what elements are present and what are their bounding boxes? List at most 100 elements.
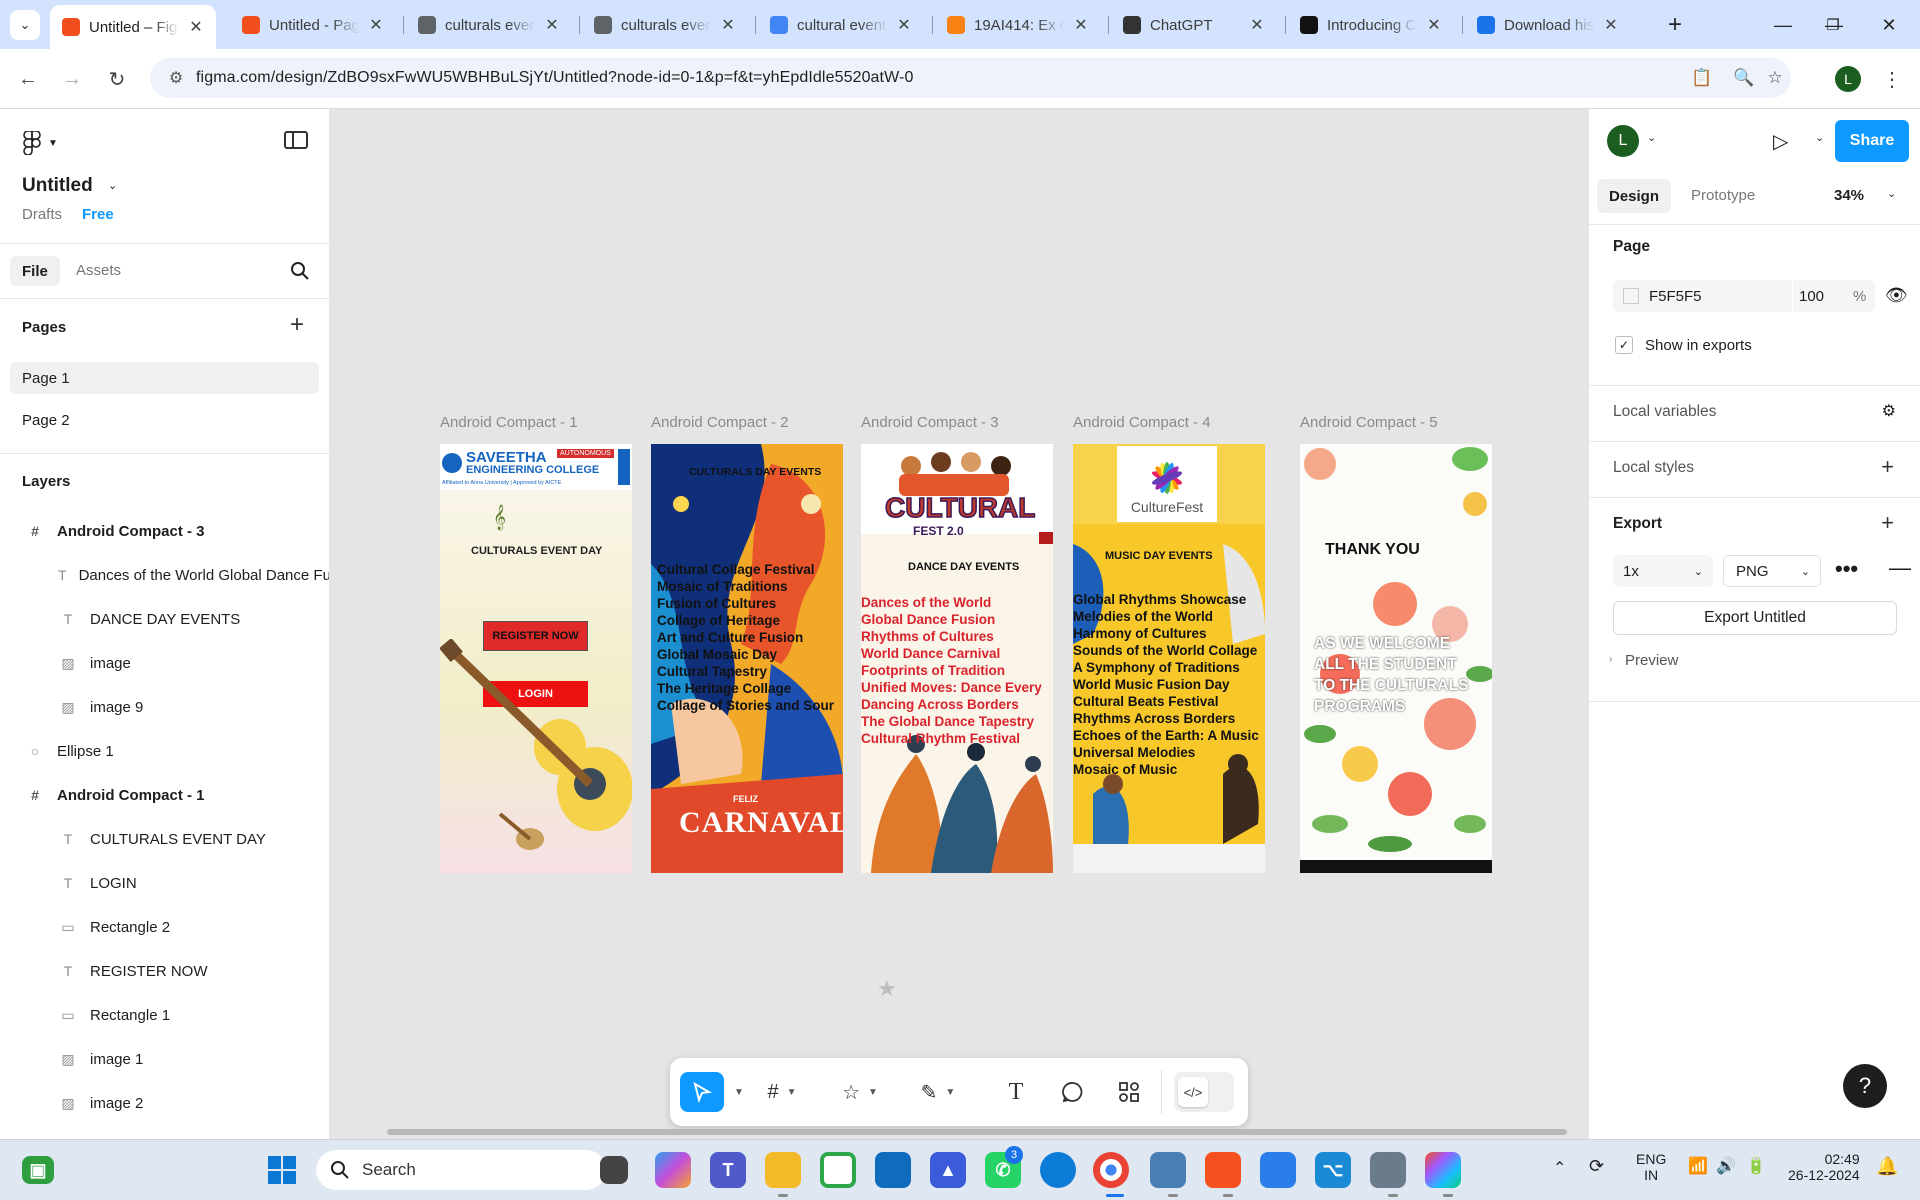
layer-item[interactable]: ▨ image 1 xyxy=(0,1037,329,1081)
back-arrow-icon[interactable]: ← xyxy=(12,63,44,95)
close-window-icon[interactable]: ✕ xyxy=(1866,10,1912,40)
help-button[interactable]: ? xyxy=(1843,1064,1887,1108)
share-button[interactable]: Share xyxy=(1835,120,1909,162)
windows-start-icon[interactable] xyxy=(264,1152,300,1188)
desktop-app-icon[interactable]: ▣ xyxy=(22,1156,54,1184)
teams-icon[interactable]: T xyxy=(710,1152,746,1188)
file-explorer-icon[interactable] xyxy=(765,1152,801,1188)
wifi-icon[interactable]: 📶 xyxy=(1688,1156,1708,1176)
office-icon[interactable] xyxy=(1205,1152,1241,1188)
clipboard-icon[interactable]: 📋 xyxy=(1688,64,1716,92)
frame-label-1[interactable]: Android Compact - 1 xyxy=(440,414,578,431)
zoom-icon[interactable]: 🔍 xyxy=(1730,64,1758,92)
avatar-chevron-icon[interactable]: ⌄ xyxy=(1647,131,1656,144)
play-prototype-icon[interactable]: ▷ xyxy=(1773,129,1788,154)
preview-chevron-icon[interactable]: › xyxy=(1609,654,1612,665)
show-in-exports-checkbox[interactable]: ✓ xyxy=(1615,336,1633,354)
remove-export-icon[interactable]: — xyxy=(1889,555,1911,581)
browser-menu-icon[interactable]: ⋮ xyxy=(1876,63,1908,95)
frame-label-2[interactable]: Android Compact - 2 xyxy=(651,414,789,431)
taskbar-search-box[interactable]: Search xyxy=(316,1150,606,1190)
artboard-android-compact-1[interactable]: SAVEETHA ENGINEERING COLLEGE AUTONOMOUS … xyxy=(440,444,632,873)
frame-label-3[interactable]: Android Compact - 3 xyxy=(861,414,999,431)
add-page-icon[interactable]: + xyxy=(290,311,304,339)
browser-tab-7[interactable]: ChatGPT ✕ xyxy=(1111,5,1277,45)
artboard-android-compact-5[interactable]: THANK YOU AS WE WELCOME ALL THE STUDENT TO… xyxy=(1300,444,1492,873)
network-app-icon[interactable] xyxy=(1150,1152,1186,1188)
export-button[interactable]: Export Untitled xyxy=(1613,601,1897,635)
file-name[interactable]: Untitled xyxy=(22,175,93,197)
layer-item[interactable]: T Dances of the World Global Dance Fusion xyxy=(0,553,329,597)
layer-item[interactable]: ○ Ellipse 1 xyxy=(0,729,329,773)
browser-tab-2[interactable]: Untitled - Page 1 ✕ xyxy=(230,5,396,45)
user-avatar[interactable]: L xyxy=(1607,125,1639,157)
frame-label-4[interactable]: Android Compact - 4 xyxy=(1073,414,1211,431)
layer-item[interactable]: ▭ Rectangle 1 xyxy=(0,993,329,1037)
tab-prototype[interactable]: Prototype xyxy=(1691,187,1755,204)
edge-icon[interactable] xyxy=(1040,1152,1076,1188)
language-indicator[interactable]: ENG IN xyxy=(1636,1151,1666,1183)
dev-mode-toggle[interactable]: </> xyxy=(1174,1072,1234,1112)
vscode-icon[interactable]: ⌥ xyxy=(1315,1152,1351,1188)
text-tool[interactable]: T xyxy=(1001,1072,1031,1112)
page-color-value[interactable]: F5F5F5 xyxy=(1649,288,1702,305)
export-scale-select[interactable]: 1x ⌄ xyxy=(1613,555,1713,587)
shape-tool[interactable]: ☆ ▼ xyxy=(840,1072,880,1112)
export-format-select[interactable]: PNG ⌄ xyxy=(1723,555,1821,587)
address-bar[interactable]: ⚙ figma.com/design/ZdBO9sxFwWU5WBHBuLSjY… xyxy=(150,58,1791,98)
tab-design[interactable]: Design xyxy=(1597,179,1672,213)
volume-icon[interactable]: 🔊 xyxy=(1716,1156,1736,1176)
layer-item[interactable]: # Android Compact - 1 xyxy=(0,773,329,817)
file-location[interactable]: Drafts xyxy=(22,206,62,223)
preview-toggle[interactable]: Preview xyxy=(1625,652,1678,669)
artboard-android-compact-4[interactable]: CultureFest MUSIC DAY EVENTS Global Rhyt… xyxy=(1073,444,1265,873)
close-tab-icon[interactable]: ✕ xyxy=(896,15,912,35)
export-options-icon[interactable]: ••• xyxy=(1835,556,1858,582)
tab-assets[interactable]: Assets xyxy=(76,262,121,279)
zoom-chevron-icon[interactable]: ⌄ xyxy=(1887,187,1896,200)
browser-tab-3[interactable]: culturals event ✕ xyxy=(406,5,572,45)
settings-app-icon[interactable] xyxy=(1370,1152,1406,1188)
task-view-icon[interactable] xyxy=(600,1156,628,1184)
close-tab-icon[interactable]: ✕ xyxy=(368,15,384,35)
forward-arrow-icon[interactable]: → xyxy=(56,63,88,95)
visibility-eye-icon[interactable]: 👁 xyxy=(1885,285,1908,306)
layer-item[interactable]: # Android Compact - 3 xyxy=(0,509,329,553)
close-tab-icon[interactable]: ✕ xyxy=(1249,15,1265,35)
close-tab-icon[interactable]: ✕ xyxy=(1426,15,1442,35)
url-text[interactable]: figma.com/design/ZdBO9sxFwWU5WBHBuLSjYt/… xyxy=(196,69,913,87)
browser-tab-5[interactable]: cultural events ✕ xyxy=(758,5,924,45)
restore-icon[interactable]: ❐ xyxy=(1810,10,1856,40)
layer-item[interactable]: T CULTURALS EVENT DAY xyxy=(0,817,329,861)
layer-item[interactable]: ▨ image 2 xyxy=(0,1081,329,1125)
photos-icon[interactable] xyxy=(1260,1152,1296,1188)
layer-item[interactable]: ▨ image 9 xyxy=(0,685,329,729)
actions-tool[interactable] xyxy=(1114,1072,1144,1112)
local-variables-label[interactable]: Local variables xyxy=(1613,403,1716,421)
close-tab-icon[interactable]: ✕ xyxy=(544,15,560,35)
layer-item[interactable]: ▨ image xyxy=(0,641,329,685)
app-icon[interactable]: ▲ xyxy=(930,1152,966,1188)
add-style-icon[interactable]: + xyxy=(1881,454,1894,480)
file-menu-chevron-icon[interactable]: ⌄ xyxy=(108,179,117,192)
chrome-icon[interactable] xyxy=(1093,1152,1129,1188)
browser-tab-1[interactable]: Untitled – Figma ✕ xyxy=(50,5,216,49)
frame-label-5[interactable]: Android Compact - 5 xyxy=(1300,414,1438,431)
close-tab-icon[interactable]: ✕ xyxy=(188,17,204,37)
site-info-icon[interactable]: ⚙ xyxy=(156,68,196,88)
figma-main-menu[interactable]: ▼ xyxy=(22,131,58,155)
tray-overflow-icon[interactable]: ⌃ xyxy=(1553,1158,1566,1178)
zoom-level[interactable]: 34% xyxy=(1834,187,1864,204)
browser-tab-4[interactable]: culturals event ✕ xyxy=(582,5,748,45)
layer-item[interactable]: T REGISTER NOW xyxy=(0,949,329,993)
comment-tool[interactable] xyxy=(1058,1072,1088,1112)
toggle-sidebar-icon[interactable] xyxy=(284,131,308,149)
variables-settings-icon[interactable]: ⚙ xyxy=(1882,401,1896,421)
add-tab-button[interactable]: + xyxy=(1652,10,1698,40)
page-item-2[interactable]: Page 2 xyxy=(22,412,70,429)
pen-tool[interactable]: ✎ ▼ xyxy=(918,1072,958,1112)
figma-canvas[interactable]: Android Compact - 1 Android Compact - 2 … xyxy=(331,109,1588,1139)
local-styles-label[interactable]: Local styles xyxy=(1613,459,1694,477)
move-tool[interactable] xyxy=(680,1072,724,1112)
layer-item[interactable]: T LOGIN xyxy=(0,861,329,905)
